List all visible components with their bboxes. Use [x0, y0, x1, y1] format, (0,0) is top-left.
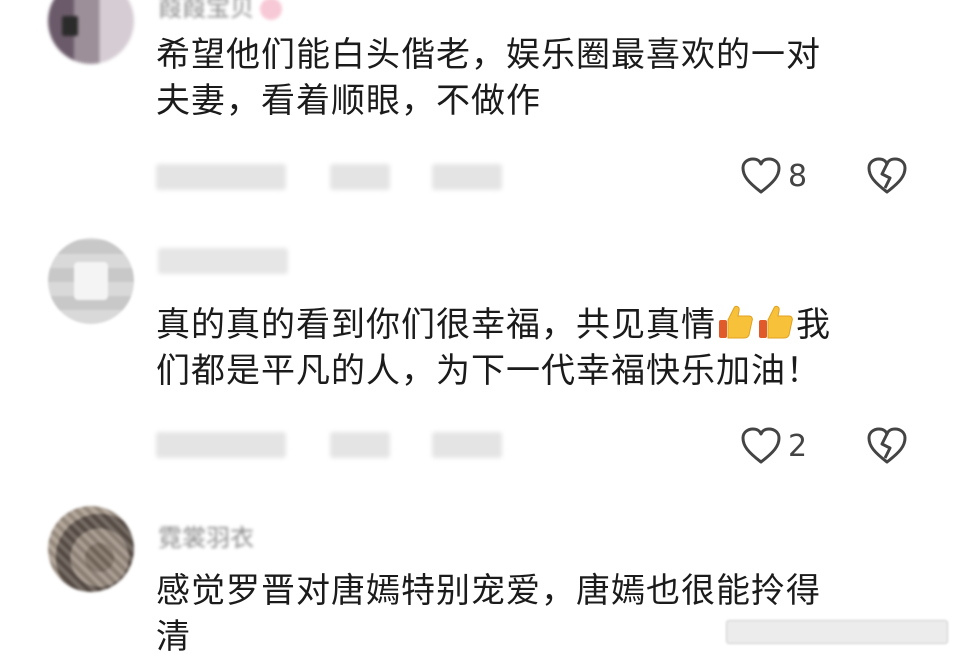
- watermark: [726, 620, 948, 644]
- like-button[interactable]: 2: [740, 426, 807, 466]
- heart-outline-icon: [740, 426, 782, 466]
- comment-location: [330, 164, 390, 190]
- comment-date: [156, 164, 286, 190]
- comment-line: 们都是平凡的人，为下一代幸福快乐加油！: [156, 351, 821, 391]
- comment-line-segment: 真的真的看到你们很幸福，共见真情: [156, 305, 716, 345]
- username[interactable]: 霓裳羽衣: [158, 518, 254, 553]
- badge-icon: [260, 0, 282, 20]
- reply-button[interactable]: [432, 432, 502, 458]
- comment-date: [156, 432, 286, 458]
- comment-line: 夫妻，看着顺眼，不做作: [156, 81, 541, 121]
- comment-line-segment: 我: [796, 305, 831, 345]
- username-text: 霓裳羽衣: [158, 524, 254, 552]
- like-button[interactable]: 8: [740, 156, 807, 196]
- username[interactable]: [158, 248, 288, 274]
- username-text: 葭葭宝贝: [158, 0, 254, 22]
- broken-heart-icon[interactable]: [866, 426, 908, 466]
- username[interactable]: 葭葭宝贝: [158, 0, 282, 23]
- like-count: 8: [788, 158, 808, 194]
- comment-line: 真的真的看到你们很幸福，共见真情 我: [156, 302, 896, 348]
- comment-text: 真的真的看到你们很幸福，共见真情 我 们都是平凡的人，为下一代幸福快乐加油！: [156, 302, 896, 394]
- avatar[interactable]: [48, 0, 134, 64]
- thumbs-up-emoji: [756, 302, 796, 342]
- comment-location: [330, 432, 390, 458]
- avatar[interactable]: [48, 506, 134, 592]
- like-count: 2: [788, 428, 808, 464]
- thumbs-up-emoji: [716, 302, 756, 342]
- broken-heart-icon[interactable]: [866, 156, 908, 196]
- comment-list: 葭葭宝贝 希望他们能白头偕老，娱乐圈最喜欢的一对 夫妻，看着顺眼，不做作 8 真…: [0, 0, 960, 654]
- heart-outline-icon: [740, 156, 782, 196]
- comment-line: 希望他们能白头偕老，娱乐圈最喜欢的一对: [156, 35, 821, 75]
- reply-button[interactable]: [432, 164, 502, 190]
- avatar[interactable]: [48, 238, 134, 324]
- comment-line: 感觉罗晋对唐嫣特别宠爱，唐嫣也很能拎得: [156, 571, 821, 611]
- comment-text: 希望他们能白头偕老，娱乐圈最喜欢的一对 夫妻，看着顺眼，不做作: [156, 32, 896, 124]
